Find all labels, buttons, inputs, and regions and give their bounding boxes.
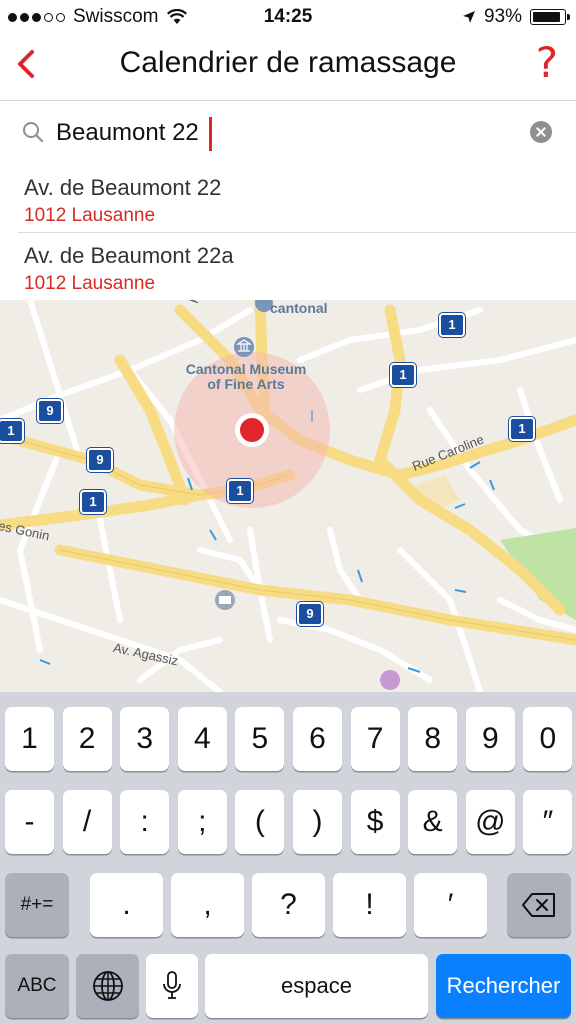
poi-label-museum-line: Cantonal Museum: [185, 361, 307, 377]
key-search[interactable]: Rechercher: [436, 954, 571, 1018]
page-title: Calendrier de ramassage: [119, 46, 457, 79]
key-char[interactable]: !: [333, 873, 406, 937]
text-cursor: [209, 117, 212, 151]
bus-stop-badge[interactable]: 1: [80, 490, 106, 514]
key-char[interactable]: &: [408, 790, 458, 854]
key-abc[interactable]: ABC: [5, 954, 69, 1018]
result-city: 1012 Lausanne: [24, 205, 156, 226]
list-item[interactable]: Av. de Beaumont 22a 1012 Lausanne: [18, 233, 576, 301]
bus-stop-badge[interactable]: 1: [390, 363, 416, 387]
search-icon: [23, 122, 44, 143]
bus-stop-badge[interactable]: 1: [509, 417, 535, 441]
microphone-icon: [163, 971, 181, 999]
key-char[interactable]: 7: [350, 707, 400, 771]
key-globe[interactable]: [76, 954, 139, 1018]
key-backspace[interactable]: [507, 873, 571, 937]
bus-stop-badge[interactable]: 1: [439, 313, 465, 337]
key-char[interactable]: .: [90, 873, 163, 937]
key-char[interactable]: 3: [120, 707, 170, 771]
battery-percent: 93%: [483, 6, 522, 27]
key-char[interactable]: @: [465, 790, 515, 854]
key-char[interactable]: -: [5, 790, 54, 854]
key-char[interactable]: ?: [252, 873, 325, 937]
bus-stop-badge[interactable]: 1: [0, 419, 24, 443]
poi-label-museum-line: of Fine Arts: [207, 376, 285, 392]
bus-stop-badge[interactable]: 9: [87, 448, 113, 472]
key-more-symbols[interactable]: #+=: [5, 873, 69, 937]
key-char[interactable]: 6: [293, 707, 342, 771]
globe-icon: [92, 971, 123, 1001]
battery-icon: [530, 9, 570, 25]
result-street: Av. de Beaumont 22a: [24, 243, 234, 268]
status-bar: Swisscom 14:25 93%: [0, 0, 576, 34]
key-char[interactable]: /: [62, 790, 112, 854]
bus-stop-badge[interactable]: 9: [297, 602, 323, 626]
poi-label-cantonal: cantonal: [270, 300, 328, 316]
key-char[interactable]: $: [350, 790, 400, 854]
key-char[interactable]: ′: [414, 873, 487, 937]
key-char[interactable]: 1: [5, 707, 54, 771]
key-char[interactable]: ,: [171, 873, 244, 937]
key-dictation[interactable]: [146, 954, 198, 1018]
location-arrow-icon: [462, 11, 475, 23]
list-item[interactable]: Av. de Beaumont 22 1012 Lausanne: [18, 165, 576, 233]
poi-label-museum: Cantonal Museum of Fine Arts: [166, 362, 326, 392]
key-char[interactable]: (: [235, 790, 285, 854]
key-char[interactable]: 0: [523, 707, 573, 771]
keyboard: #+= ABC espace Rechercher 1 2 3 4 5 6 7 8 9 0 - /:;…: [0, 692, 576, 1024]
search-input[interactable]: [56, 115, 496, 151]
key-char[interactable]: 5: [235, 707, 285, 771]
map-view[interactable]: cantonal Cantonal Museum of Fine Arts Rue…: [0, 300, 576, 692]
key-char[interactable]: ″: [523, 790, 573, 854]
result-city: 1012 Lausanne: [24, 273, 156, 294]
status-right: 93%: [462, 6, 570, 28]
navigation-bar: Calendrier de ramassage ?: [0, 34, 576, 96]
key-space[interactable]: espace: [205, 954, 428, 1018]
key-char[interactable]: 2: [62, 707, 112, 771]
key-char[interactable]: :: [120, 790, 170, 854]
bus-stop-badge[interactable]: 9: [37, 399, 63, 423]
key-char[interactable]: 9: [465, 707, 515, 771]
key-char[interactable]: 8: [408, 707, 458, 771]
clear-search-button[interactable]: [530, 121, 552, 143]
search-bar: [0, 100, 576, 166]
help-button[interactable]: ?: [536, 38, 558, 87]
key-char[interactable]: ): [293, 790, 342, 854]
result-street: Av. de Beaumont 22: [24, 175, 222, 200]
backspace-icon: [522, 893, 555, 917]
search-results-list: Av. de Beaumont 22 1012 Lausanne Av. de …: [0, 165, 576, 301]
bus-stop-badge[interactable]: 1: [227, 479, 253, 503]
key-char[interactable]: ;: [177, 790, 227, 854]
key-char[interactable]: 4: [177, 707, 227, 771]
